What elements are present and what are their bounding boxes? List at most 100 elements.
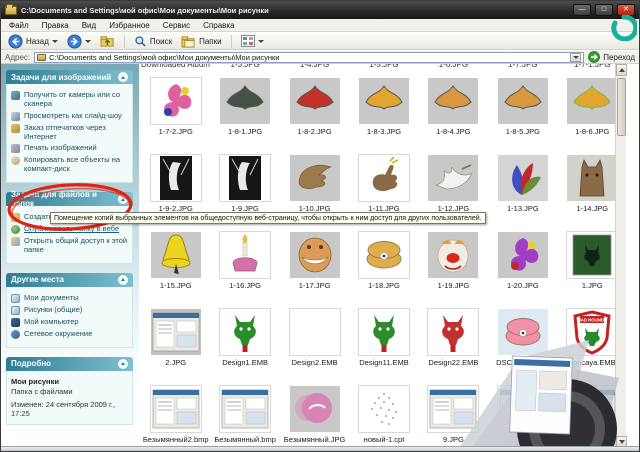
file-thumbnail[interactable] bbox=[219, 230, 272, 279]
back-button[interactable]: Назад bbox=[6, 33, 60, 49]
file-item[interactable]: 1-17.JPG bbox=[280, 230, 349, 302]
vertical-scrollbar[interactable] bbox=[615, 64, 627, 448]
menu-tools[interactable]: Сервис bbox=[163, 21, 190, 30]
file-thumbnail[interactable] bbox=[497, 153, 548, 201]
picture-tasks-header[interactable]: Задачи для изображений bbox=[6, 70, 133, 84]
file-item[interactable]: 10.JPG bbox=[488, 384, 557, 448]
file-item[interactable]: 9.JPG bbox=[419, 384, 488, 448]
task-order-prints[interactable]: Заказ отпечатков через Интернет bbox=[11, 123, 129, 142]
file-thumbnail[interactable] bbox=[149, 76, 202, 125]
menu-help[interactable]: Справка bbox=[203, 21, 234, 30]
file-item[interactable]: новый-1.cpt bbox=[349, 384, 418, 448]
menu-file[interactable]: Файл bbox=[9, 21, 29, 30]
file-item[interactable]: Design2.EMB bbox=[280, 307, 349, 379]
task-share-folder[interactable]: Открыть общий доступ к этой папке bbox=[11, 236, 129, 255]
close-button[interactable]: ✕ bbox=[617, 4, 635, 16]
file-thumbnail[interactable]: MAD HOUNDS bbox=[566, 307, 619, 356]
file-thumbnail[interactable] bbox=[497, 230, 548, 278]
other-places-header[interactable]: Другие места bbox=[6, 272, 133, 287]
file-thumbnail[interactable] bbox=[289, 76, 340, 124]
file-thumbnail[interactable] bbox=[150, 307, 201, 355]
place-network[interactable]: Сетевое окружение bbox=[11, 329, 129, 339]
file-thumbnail[interactable] bbox=[358, 76, 409, 124]
file-item[interactable]: 1-8-3.JPG bbox=[349, 76, 418, 148]
file-thumbnail[interactable] bbox=[567, 76, 618, 124]
file-thumbnail[interactable] bbox=[149, 384, 202, 433]
search-button[interactable]: Поиск bbox=[132, 34, 174, 49]
file-thumbnail[interactable] bbox=[149, 153, 202, 202]
address-input[interactable]: C:\Documents and Settings\мой офис\Мои д… bbox=[34, 51, 585, 63]
details-header[interactable]: Подробно bbox=[6, 356, 133, 371]
file-thumbnail[interactable] bbox=[566, 384, 619, 433]
maximize-button[interactable]: □ bbox=[595, 4, 613, 16]
file-thumbnail[interactable] bbox=[428, 76, 479, 124]
file-thumbnail[interactable] bbox=[566, 230, 619, 279]
file-item[interactable]: 2.JPG bbox=[141, 307, 210, 379]
place-shared-pictures[interactable]: Рисунки (общие) bbox=[11, 305, 129, 315]
file-item[interactable]: 1-16.JPG bbox=[210, 230, 279, 302]
place-my-computer[interactable]: Мой компьютер bbox=[11, 317, 129, 327]
forward-button[interactable] bbox=[65, 33, 93, 49]
collapse-chevron-icon[interactable] bbox=[118, 194, 128, 205]
file-thumbnail[interactable] bbox=[428, 153, 479, 201]
file-item[interactable]: Безымянный.bmp bbox=[210, 384, 279, 448]
collapse-chevron-icon[interactable] bbox=[118, 72, 128, 82]
file-thumbnail[interactable] bbox=[289, 230, 340, 278]
task-publish-folder-to-web[interactable]: Опубликовать папку в вебе bbox=[11, 224, 129, 235]
file-thumbnail[interactable] bbox=[219, 384, 272, 433]
file-thumbnail[interactable] bbox=[427, 307, 480, 356]
file-item[interactable]: 1-8-1.JPG bbox=[210, 76, 279, 148]
file-thumbnail[interactable] bbox=[289, 153, 340, 201]
scrollbar-thumb[interactable] bbox=[617, 78, 626, 136]
file-item[interactable]: 1-8-5.JPG bbox=[488, 76, 557, 148]
file-thumbnail[interactable] bbox=[219, 153, 272, 202]
file-item[interactable]: 1-7-2.JPG bbox=[141, 76, 210, 148]
file-item[interactable]: 1-15.JPG bbox=[141, 230, 210, 302]
address-dropdown-button[interactable] bbox=[570, 52, 582, 62]
file-thumbnail[interactable] bbox=[567, 153, 618, 201]
file-thumbnail[interactable] bbox=[288, 307, 341, 356]
menu-view[interactable]: Вид bbox=[82, 21, 96, 30]
file-item[interactable]: 1-19.JPG bbox=[419, 230, 488, 302]
file-thumbnail[interactable] bbox=[496, 384, 549, 433]
file-thumbnail[interactable] bbox=[289, 384, 340, 432]
file-item[interactable]: 1-8-4.JPG bbox=[419, 76, 488, 148]
file-thumbnail[interactable] bbox=[428, 230, 479, 278]
file-thumbnail[interactable] bbox=[497, 307, 548, 355]
file-item[interactable]: Design11.EMB bbox=[349, 307, 418, 379]
file-thumbnail[interactable] bbox=[357, 153, 410, 202]
folders-button[interactable]: Папки bbox=[179, 34, 224, 49]
file-thumbnail[interactable] bbox=[220, 76, 271, 124]
file-item[interactable]: 1-20.JPG bbox=[488, 230, 557, 302]
minimize-button[interactable]: — bbox=[573, 4, 591, 16]
back-dropdown-caret[interactable] bbox=[51, 39, 58, 43]
file-item[interactable]: 1-18.JPG bbox=[349, 230, 418, 302]
place-my-documents[interactable]: Мои документы bbox=[11, 293, 129, 303]
file-item[interactable]: Безымянный2.bmp bbox=[141, 384, 210, 448]
task-copy-to-cd[interactable]: Копировать все объекты на компакт-диск bbox=[11, 156, 129, 174]
collapse-chevron-icon[interactable] bbox=[118, 358, 128, 369]
file-item[interactable]: Design22.EMB bbox=[419, 307, 488, 379]
menu-favorites[interactable]: Избранное bbox=[109, 21, 150, 30]
file-thumbnail[interactable] bbox=[357, 307, 410, 356]
file-thumbnail[interactable] bbox=[497, 76, 548, 124]
views-dropdown-caret[interactable] bbox=[257, 39, 264, 43]
file-thumbnail[interactable] bbox=[219, 307, 272, 356]
views-button[interactable] bbox=[239, 34, 266, 49]
menu-edit[interactable]: Правка bbox=[42, 21, 69, 30]
file-thumbnail[interactable] bbox=[357, 230, 410, 279]
task-view-slideshow[interactable]: Просмотреть как слайд-шоу bbox=[11, 111, 129, 121]
file-folder-tasks-header[interactable]: Задачи для файлов и папок bbox=[6, 190, 133, 208]
task-print-pictures[interactable]: Печать изображений bbox=[11, 144, 129, 154]
file-thumbnail[interactable] bbox=[357, 384, 410, 433]
file-thumbnail[interactable] bbox=[150, 230, 201, 278]
up-button[interactable] bbox=[98, 34, 117, 49]
file-thumbnail[interactable] bbox=[427, 384, 480, 433]
forward-dropdown-caret[interactable] bbox=[84, 39, 91, 43]
go-button[interactable]: Переход bbox=[588, 51, 635, 63]
collapse-chevron-icon[interactable] bbox=[118, 274, 128, 285]
file-item[interactable]: 1-13.JPG bbox=[488, 153, 557, 225]
task-get-from-camera[interactable]: Получить от камеры или со сканера bbox=[11, 90, 129, 109]
file-item[interactable]: DSC03949.JPG bbox=[488, 307, 557, 379]
file-item[interactable]: Design1.EMB bbox=[210, 307, 279, 379]
